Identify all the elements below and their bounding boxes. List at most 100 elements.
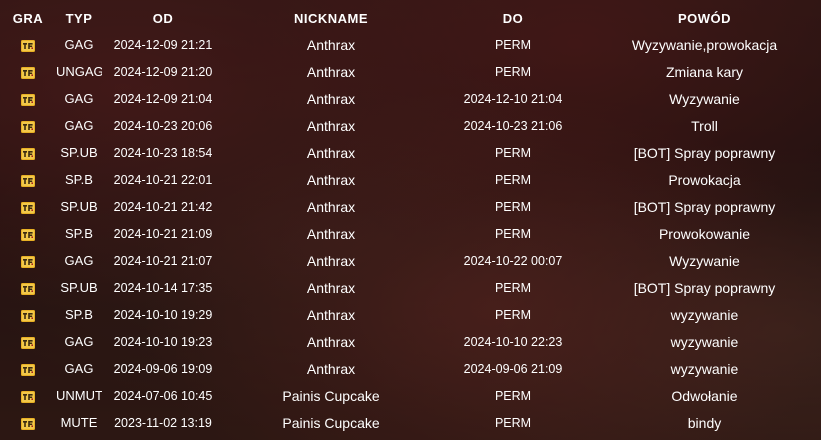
table-row[interactable]: GAG 2024-12-09 21:21 Anthrax PERM Wyzywa… xyxy=(0,31,821,58)
tf2-game-icon xyxy=(21,282,35,295)
to-date-cell: PERM xyxy=(494,415,532,430)
nickname-link[interactable]: Anthrax xyxy=(224,220,438,247)
game-cell xyxy=(0,220,56,247)
table-row[interactable]: SP.UB 2024-10-23 18:54 Anthrax PERM [BOT… xyxy=(0,139,821,166)
nickname-link[interactable]: Anthrax xyxy=(224,58,438,85)
table-body: GAG 2024-12-09 21:21 Anthrax PERM Wyzywa… xyxy=(0,31,821,436)
tf2-game-icon xyxy=(21,363,35,376)
game-cell xyxy=(0,274,56,301)
game-cell xyxy=(0,112,56,139)
reason-cell: Troll xyxy=(691,117,718,134)
table-row[interactable]: SP.B 2024-10-10 19:29 Anthrax PERM wyzyw… xyxy=(0,301,821,328)
tf2-game-icon xyxy=(21,120,35,133)
game-cell xyxy=(0,382,56,409)
game-cell xyxy=(0,409,56,436)
type-cell: SP.B xyxy=(65,307,93,322)
game-cell xyxy=(0,247,56,274)
tf2-game-icon xyxy=(21,147,35,160)
header-from[interactable]: OD xyxy=(102,6,224,31)
table-header-row: GRA TYP OD NICKNAME DO POWÓD xyxy=(0,6,821,31)
game-cell xyxy=(0,31,56,58)
nickname-link[interactable]: Anthrax xyxy=(224,139,438,166)
table-row[interactable]: GAG 2024-10-21 21:07 Anthrax 2024-10-22 … xyxy=(0,247,821,274)
type-cell: SP.B xyxy=(65,226,93,241)
type-cell: GAG xyxy=(64,334,94,349)
table-row[interactable]: UNGAG 2024-12-09 21:20 Anthrax PERM Zmia… xyxy=(0,58,821,85)
nickname-link[interactable]: Anthrax xyxy=(224,328,438,355)
to-date-cell: PERM xyxy=(494,172,532,187)
reason-cell: Wyzywanie,prowokacja xyxy=(631,36,778,53)
table-row[interactable]: MUTE 2023-11-02 13:19 Painis Cupcake PER… xyxy=(0,409,821,436)
nickname-link[interactable]: Anthrax xyxy=(224,247,438,274)
to-date-cell: 2024-10-10 22:23 xyxy=(463,334,563,349)
to-date-cell: PERM xyxy=(494,388,532,403)
punishments-table: GRA TYP OD NICKNAME DO POWÓD GAG 2024-12… xyxy=(0,6,821,436)
to-date-cell: PERM xyxy=(494,145,532,160)
nickname-link[interactable]: Anthrax xyxy=(224,85,438,112)
reason-cell: wyzywanie xyxy=(670,306,739,323)
tf2-game-icon xyxy=(21,201,35,214)
table-row[interactable]: GAG 2024-12-09 21:04 Anthrax 2024-12-10 … xyxy=(0,85,821,112)
reason-cell: Prowokowanie xyxy=(658,225,751,242)
from-date-cell: 2024-10-23 18:54 xyxy=(113,145,213,160)
from-date-cell: 2024-09-06 19:09 xyxy=(113,361,213,376)
reason-cell: [BOT] Spray poprawny xyxy=(633,198,776,215)
tf2-game-icon xyxy=(21,309,35,322)
from-date-cell: 2024-10-21 21:09 xyxy=(113,226,213,241)
tf2-game-icon xyxy=(21,93,35,106)
from-date-cell: 2024-12-09 21:04 xyxy=(113,91,213,106)
table-row[interactable]: SP.B 2024-10-21 21:09 Anthrax PERM Prowo… xyxy=(0,220,821,247)
nickname-link[interactable]: Anthrax xyxy=(224,31,438,58)
nickname-link[interactable]: Anthrax xyxy=(224,301,438,328)
reason-cell: wyzywanie xyxy=(670,333,739,350)
game-cell xyxy=(0,301,56,328)
game-cell xyxy=(0,355,56,382)
type-cell: MUTE xyxy=(60,415,98,430)
from-date-cell: 2024-10-10 19:29 xyxy=(113,307,213,322)
nickname-link[interactable]: Painis Cupcake xyxy=(224,382,438,409)
nickname-link[interactable]: Anthrax xyxy=(224,112,438,139)
header-reason[interactable]: POWÓD xyxy=(588,6,821,31)
nickname-link[interactable]: Anthrax xyxy=(224,274,438,301)
from-date-cell: 2024-12-09 21:20 xyxy=(113,64,213,79)
type-cell: GAG xyxy=(64,361,94,376)
table-row[interactable]: GAG 2024-10-10 19:23 Anthrax 2024-10-10 … xyxy=(0,328,821,355)
reason-cell: [BOT] Spray poprawny xyxy=(633,279,776,296)
tf2-game-icon xyxy=(21,417,35,430)
nickname-link[interactable]: Anthrax xyxy=(224,193,438,220)
table-row[interactable]: GAG 2024-10-23 20:06 Anthrax 2024-10-23 … xyxy=(0,112,821,139)
reason-cell: [BOT] Spray poprawny xyxy=(633,144,776,161)
nickname-link[interactable]: Anthrax xyxy=(224,355,438,382)
reason-cell: Wyzywanie xyxy=(669,252,740,269)
type-cell: UNMUTE xyxy=(56,388,102,403)
to-date-cell: 2024-12-10 21:04 xyxy=(463,91,563,106)
header-to[interactable]: DO xyxy=(438,6,588,31)
table-row[interactable]: SP.UB 2024-10-14 17:35 Anthrax PERM [BOT… xyxy=(0,274,821,301)
table-row[interactable]: SP.B 2024-10-21 22:01 Anthrax PERM Prowo… xyxy=(0,166,821,193)
type-cell: GAG xyxy=(64,253,94,268)
header-type[interactable]: TYP xyxy=(56,6,102,31)
to-date-cell: PERM xyxy=(494,64,532,79)
header-nickname[interactable]: NICKNAME xyxy=(224,6,438,31)
reason-cell: Zmiana kary xyxy=(665,63,744,80)
from-date-cell: 2023-11-02 13:19 xyxy=(114,415,212,430)
type-cell: SP.UB xyxy=(60,145,98,160)
table-row[interactable]: SP.UB 2024-10-21 21:42 Anthrax PERM [BOT… xyxy=(0,193,821,220)
game-cell xyxy=(0,85,56,112)
game-cell xyxy=(0,139,56,166)
header-game[interactable]: GRA xyxy=(0,6,56,31)
type-cell: SP.B xyxy=(65,172,93,187)
tf2-game-icon xyxy=(21,228,35,241)
type-cell: SP.UB xyxy=(60,280,98,295)
game-cell xyxy=(0,193,56,220)
tf2-game-icon xyxy=(21,255,35,268)
tf2-game-icon xyxy=(21,66,35,79)
nickname-link[interactable]: Anthrax xyxy=(224,166,438,193)
to-date-cell: 2024-10-23 21:06 xyxy=(463,118,563,133)
tf2-game-icon xyxy=(21,39,35,52)
to-date-cell: PERM xyxy=(494,37,532,52)
nickname-link[interactable]: Painis Cupcake xyxy=(224,409,438,436)
table-row[interactable]: UNMUTE 2024-07-06 10:45 Painis Cupcake P… xyxy=(0,382,821,409)
type-cell: GAG xyxy=(64,91,94,106)
table-row[interactable]: GAG 2024-09-06 19:09 Anthrax 2024-09-06 … xyxy=(0,355,821,382)
